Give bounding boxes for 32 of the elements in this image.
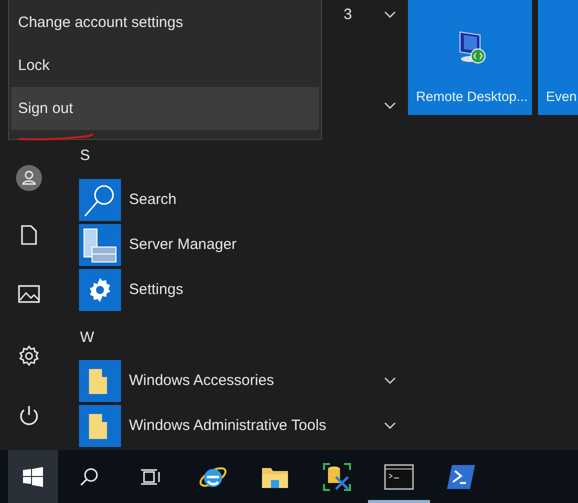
- user-avatar-icon[interactable]: [16, 165, 42, 191]
- folder-name[interactable]: Windows Administrative Tools: [129, 417, 376, 434]
- task-view-icon: [140, 468, 162, 486]
- app-name[interactable]: Server Manager: [129, 236, 396, 253]
- document-icon[interactable]: [21, 225, 37, 245]
- chevron-icon[interactable]: [384, 422, 396, 430]
- chevron-icon[interactable]: [384, 376, 396, 384]
- chevron-icon[interactable]: [384, 102, 396, 110]
- menu-item[interactable]: Change account settings: [11, 1, 319, 44]
- pictures-icon[interactable]: [18, 285, 40, 303]
- start-button[interactable]: [8, 450, 58, 503]
- section-letter[interactable]: S: [79, 146, 90, 164]
- app-name[interactable]: Settings: [129, 281, 396, 298]
- app-tile[interactable]: Even: [538, 0, 578, 115]
- power-icon[interactable]: [18, 405, 40, 427]
- folder-icon: [79, 404, 121, 446]
- settings-icon[interactable]: [18, 345, 40, 367]
- search-icon: [79, 466, 99, 486]
- app-name[interactable]: Search: [129, 191, 396, 208]
- gear-icon: [79, 268, 121, 310]
- server-manager-icon: [79, 224, 121, 266]
- console-icon: [384, 464, 414, 490]
- app-tile[interactable]: Remote Desktop...: [408, 0, 532, 115]
- chevron-icon[interactable]: [384, 10, 396, 18]
- section-letter[interactable]: W: [79, 328, 94, 346]
- search-icon: [79, 178, 121, 220]
- windows-icon: [23, 466, 43, 486]
- tools-icon: [322, 462, 352, 492]
- shell-icon: [446, 464, 476, 490]
- menu-item[interactable]: Lock: [11, 44, 319, 87]
- folder-icon: [79, 360, 121, 402]
- folder-name[interactable]: Windows Accessories: [129, 372, 376, 389]
